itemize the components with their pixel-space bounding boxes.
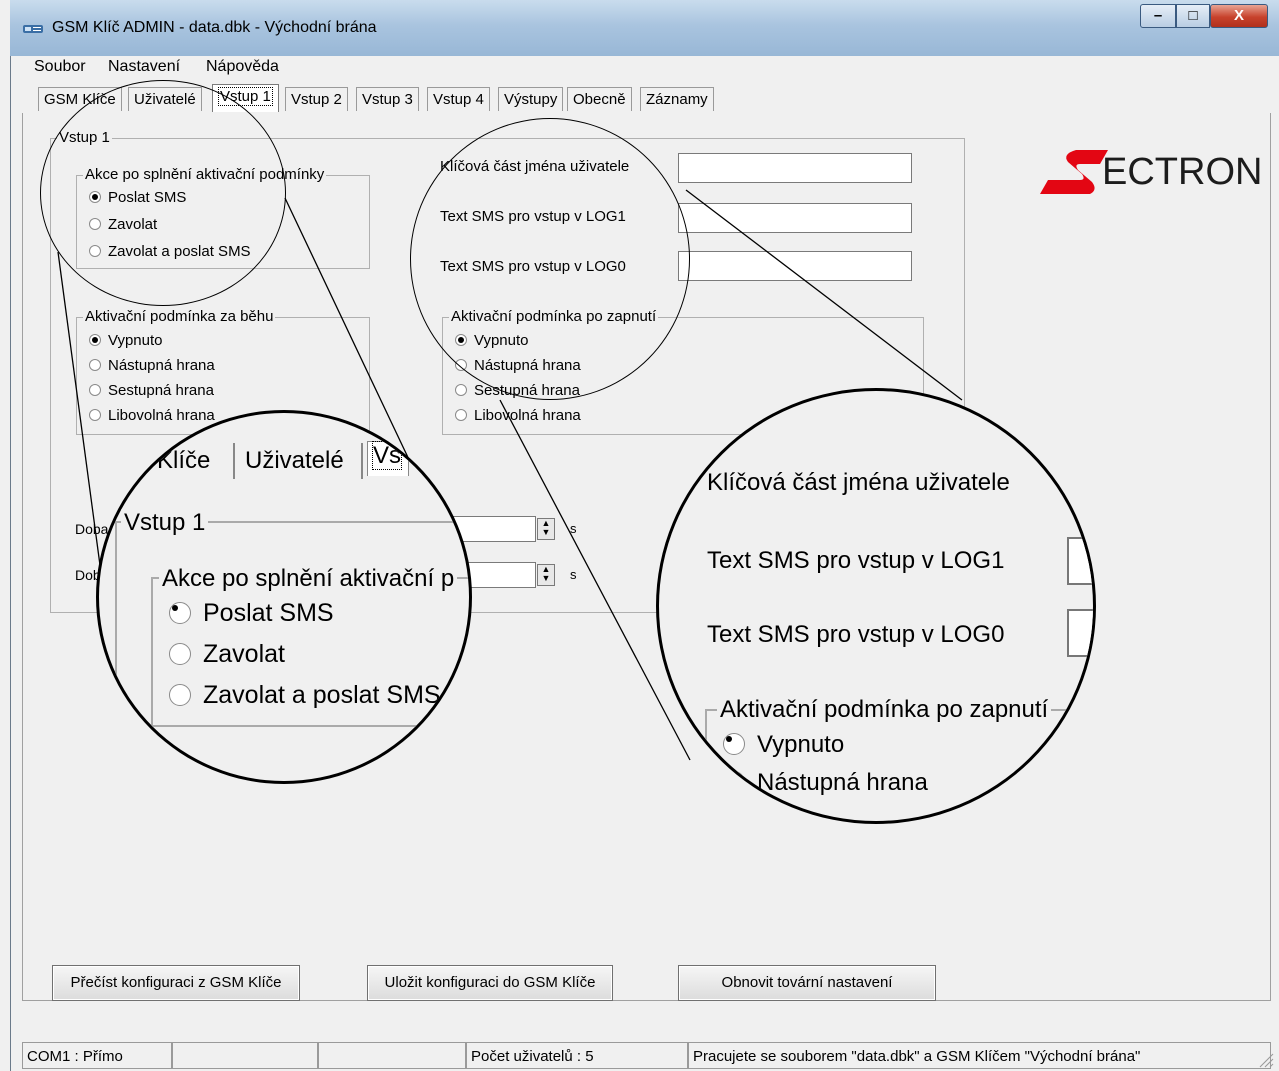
tab-vystupy[interactable]: Výstupy [498, 87, 564, 111]
tab-label: Záznamy [646, 91, 708, 108]
radio-unchecked-icon [169, 684, 191, 706]
tab-label: Vstup 4 [433, 91, 484, 108]
mag-tab-label: Uživatelé [245, 447, 344, 474]
mag-right-group-title: Aktivační podmínka po zapnutí [717, 696, 1052, 724]
radio-unchecked-icon [89, 384, 101, 396]
status-message: Pracujete se souborem "data.dbk" a GSM K… [688, 1042, 1271, 1069]
logo-mark-icon [1040, 150, 1108, 194]
tab-vstup-2[interactable]: Vstup 2 [285, 87, 348, 111]
sectron-logo: ECTRON [1040, 148, 1262, 196]
radio-runtime-nastupna[interactable]: Nástupná hrana [89, 356, 215, 376]
menu-bar: Soubor Nastavení Nápověda [30, 56, 1270, 80]
mag-radio-nastupna: Nástupná hrana [723, 769, 928, 797]
radio-runtime-sestupna[interactable]: Sestupná hrana [89, 381, 214, 401]
mag-label-user-key: Klíčová část jména uživatele [707, 469, 1010, 496]
mag-label-log0: Text SMS pro vstup v LOG0 [707, 621, 1005, 648]
tab-label: Vstup 3 [362, 91, 413, 108]
window-title: GSM Klíč ADMIN - data.dbk - Východní brá… [52, 19, 377, 36]
tab-label: Vstup 2 [291, 91, 342, 108]
magnifier-left: Klíče Uživatelé Vs Vstup 1 Akce po splně… [96, 410, 472, 784]
mag-label-log1: Text SMS pro vstup v LOG1 [707, 547, 1005, 574]
factory-reset-button[interactable]: Obnovit tovární nastavení [678, 965, 936, 1001]
radio-label: Vypnuto [108, 332, 163, 349]
mag-radio-vypnuto: Vypnuto [723, 731, 844, 759]
tab-vstup-3[interactable]: Vstup 3 [356, 87, 419, 111]
radio-unchecked-icon [723, 771, 745, 793]
mag-tab-divider [233, 443, 235, 479]
spin-down-icon: ▼ [541, 527, 551, 537]
close-icon: X [1233, 7, 1244, 24]
tab-vstup-4[interactable]: Vstup 4 [427, 87, 490, 111]
radio-unchecked-icon [89, 359, 101, 371]
radio-label: Sestupná hrana [108, 382, 214, 399]
tab-label: Výstupy [504, 91, 558, 108]
maximize-button[interactable]: □ [1176, 4, 1210, 28]
magnifier-right: Klíčová část jména uživatele Text SMS pr… [656, 388, 1096, 824]
tab-label: Obecně [573, 91, 626, 108]
status-port: COM1 : Přímo [22, 1042, 172, 1069]
duration-1-unit: s [570, 521, 577, 536]
status-cell-3 [318, 1042, 466, 1069]
minimize-button[interactable]: – [1140, 4, 1176, 28]
tab-zaznamy[interactable]: Záznamy [640, 87, 714, 111]
magnifier-source-circle-left [40, 80, 286, 306]
mag-tab-label: Klíče [157, 447, 211, 474]
radio-startup-libovolna[interactable]: Libovolná hrana [455, 406, 581, 426]
mag-input-log0 [1067, 609, 1093, 657]
mag-radio-zavolat-a-poslat: Zavolat a poslat SMS [169, 681, 441, 710]
radio-checked-icon [723, 733, 745, 755]
duration-2-spinner[interactable]: ▲ ▼ [537, 564, 555, 586]
mag-input-log1 [1067, 537, 1093, 585]
close-button[interactable]: X [1210, 4, 1268, 28]
save-config-button[interactable]: Uložit konfiguraci do GSM Klíče [367, 965, 613, 1001]
mag-subgroup-title: Akce po splnění aktivační p [159, 565, 458, 593]
mag-tab-active: Vs [367, 441, 410, 476]
radio-label: Libovolná hrana [474, 407, 581, 424]
spin-down-icon: ▼ [541, 573, 551, 583]
radio-checked-icon [89, 334, 101, 346]
sms-log0-input[interactable] [678, 251, 912, 281]
status-bar: COM1 : Přímo Počet uživatelů : 5 Pracuje… [22, 1042, 1271, 1071]
duration-1-label: Doba [75, 521, 109, 537]
app-icon [22, 22, 44, 36]
duration-1-spinner[interactable]: ▲ ▼ [537, 518, 555, 540]
sms-log1-input[interactable] [678, 203, 912, 233]
user-key-input[interactable] [678, 153, 912, 183]
status-cell-2 [172, 1042, 318, 1069]
mag-tab-divider [361, 443, 363, 479]
menu-nastaveni[interactable]: Nastavení [108, 58, 180, 76]
radio-unchecked-icon [169, 643, 191, 665]
mag-right-group [705, 709, 1093, 821]
maximize-icon: □ [1188, 7, 1198, 24]
mag-left-tabs: Klíče Uživatelé Vs [99, 413, 469, 479]
magnifier-source-circle-right [410, 118, 690, 400]
radio-unchecked-icon [455, 384, 467, 396]
resize-grip-icon[interactable] [1258, 1052, 1274, 1068]
menu-soubor[interactable]: Soubor [34, 58, 86, 76]
menu-napoveda[interactable]: Nápověda [206, 58, 279, 76]
mag-group-title: Vstup 1 [121, 509, 209, 537]
tab-obecne[interactable]: Obecně [567, 87, 632, 111]
read-config-button[interactable]: Přečíst konfiguraci z GSM Klíče [52, 965, 300, 1001]
mag-radio-zavolat: Zavolat [169, 640, 285, 669]
duration-2-unit: s [570, 567, 577, 582]
group-title: Aktivační podmínka za běhu [83, 308, 276, 325]
radio-checked-icon [169, 602, 191, 624]
logo-text: ECTRON [1102, 151, 1263, 193]
radio-runtime-vypnuto[interactable]: Vypnuto [89, 331, 163, 351]
mag-radio-poslat-sms: Poslat SMS [169, 599, 334, 628]
status-user-count: Počet uživatelů : 5 [466, 1042, 688, 1069]
minimize-icon: – [1153, 7, 1163, 24]
radio-label: Nástupná hrana [108, 357, 215, 374]
